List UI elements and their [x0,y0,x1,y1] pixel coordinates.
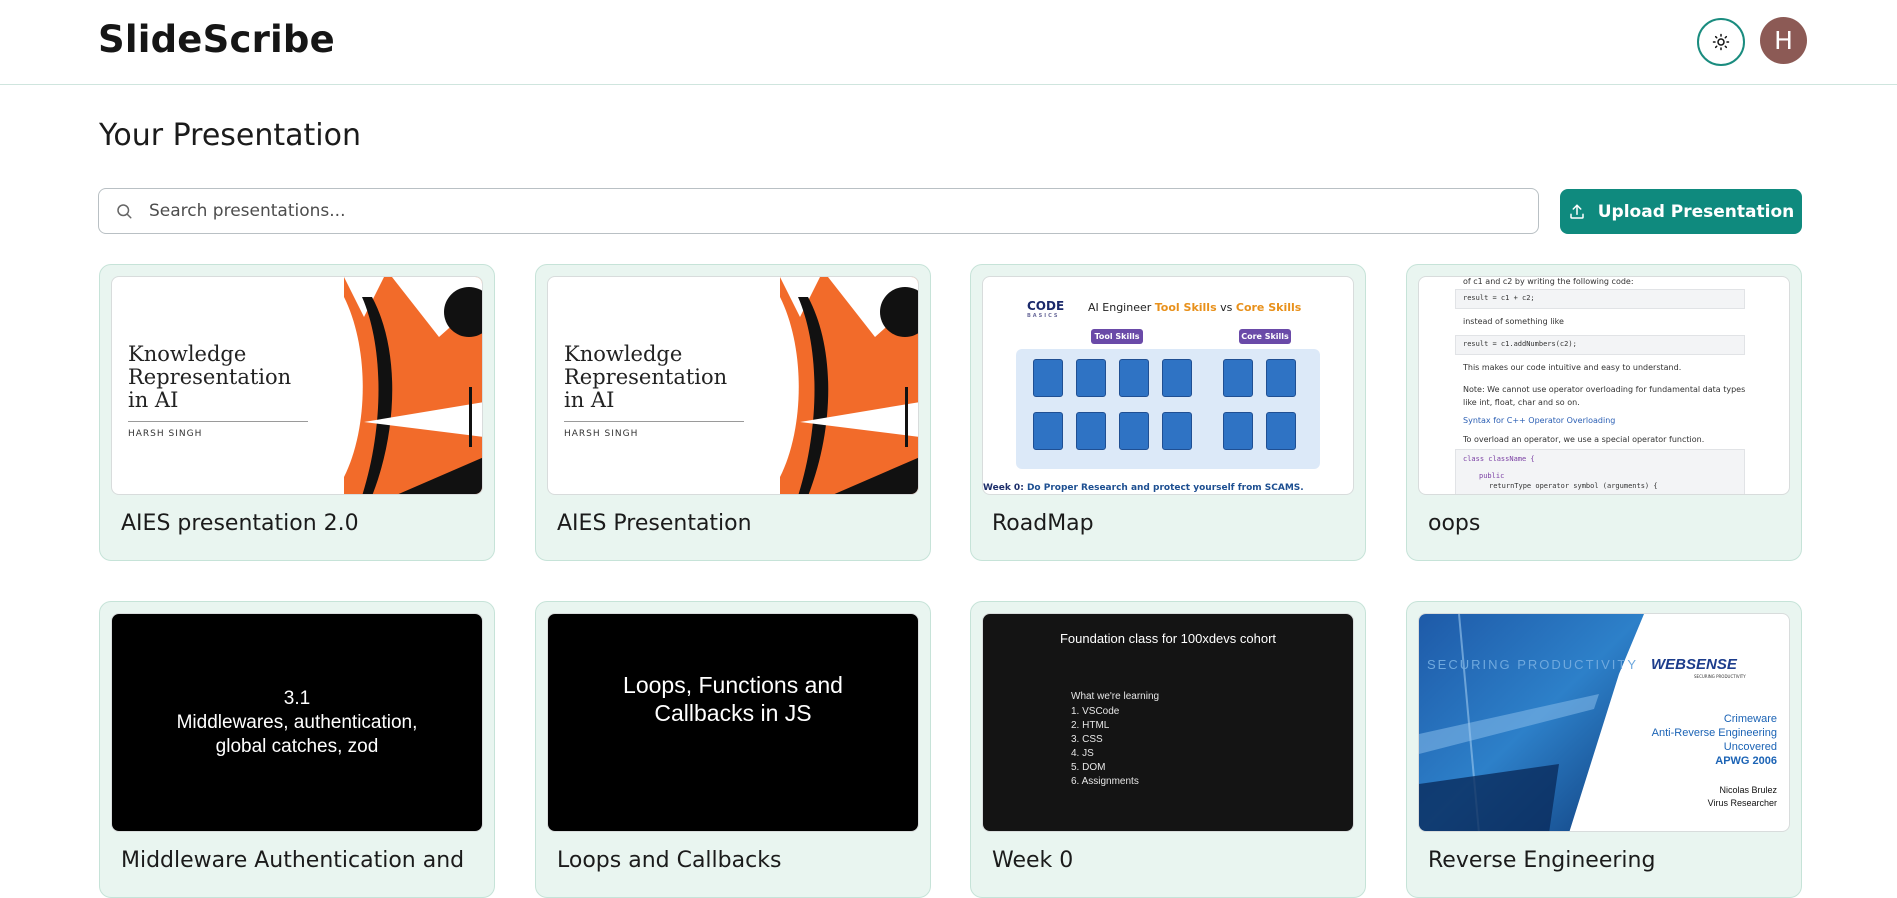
slide-title: Crimeware Anti-Reverse Engineering Uncov… [1651,713,1777,767]
skill-tile [1162,412,1192,450]
slide-text: Note: We cannot use operator overloading… [1463,385,1746,394]
brand-tagline: SECURING PRODUCTIVITY [1694,674,1746,679]
search-bar[interactable] [98,188,1539,234]
presentation-title: Middleware Authentication and [121,848,465,873]
presentation-card[interactable]: SECURING PRODUCTIVITY WEBSENSE SECURING … [1406,601,1802,898]
presentation-title: Week 0 [992,848,1074,873]
slide-heading: AI Engineer Tool Skills vs Core Skills [1088,301,1302,314]
slide-text: of c1 and c2 by writing the following co… [1463,277,1634,286]
upload-icon [1570,204,1584,219]
skill-tile [1266,359,1296,397]
slide-link: Syntax for C++ Operator Overloading [1463,416,1616,425]
skill-tile [1033,359,1063,397]
presentation-title: Loops and Callbacks [557,848,782,873]
slide-thumbnail: of c1 and c2 by writing the following co… [1418,276,1790,495]
presentation-title: RoadMap [992,511,1094,536]
divider [128,421,308,422]
skill-tile [1223,359,1253,397]
code-line: returnType operator symbol (arguments) { [1489,482,1658,490]
slide-author: Nicolas Brulez Virus Researcher [1707,785,1777,808]
presentation-card[interactable]: Foundation class for 100xdevs cohort Wha… [970,601,1366,898]
slide-author: HARSH SINGH [564,429,639,439]
skill-tile [1223,412,1253,450]
code-basics-logo: CODE BASICS [1027,299,1065,319]
skill-tile [1076,412,1106,450]
theme-toggle-button[interactable] [1697,18,1745,66]
slide-thumbnail: Knowledge Representation in AI HARSH SIN… [111,276,483,495]
divider [564,421,744,422]
presentation-title: AIES presentation 2.0 [121,511,359,536]
slide-thumbnail: CODE BASICS AI Engineer Tool Skills vs C… [982,276,1354,495]
slide-author: HARSH SINGH [128,429,203,439]
presentation-card[interactable]: Loops, Functions and Callbacks in JS Loo… [535,601,931,898]
skill-tile [1119,412,1149,450]
skill-tile [1033,412,1063,450]
app-logo[interactable]: SlideScribe [98,18,335,61]
skill-tile [1162,359,1192,397]
code-line: class className { [1463,455,1535,463]
abstract-art-graphic [344,277,482,494]
banner-text: SECURING PRODUCTIVITY [1427,657,1639,672]
slide-thumbnail: Loops, Functions and Callbacks in JS [547,613,919,832]
slide-text: like int, float, char and so on. [1463,398,1580,407]
upload-presentation-button[interactable]: Upload Presentation [1560,189,1802,234]
slide-text: To overload an operator, we use a specia… [1463,435,1705,444]
abstract-art-graphic [780,277,918,494]
presentation-title: oops [1428,511,1481,536]
app-header: SlideScribe H [0,0,1897,85]
slide-footer: Week 0: Do Proper Research and protect y… [983,483,1304,493]
slide-list: What we're learning 1. VSCode 2. HTML 3.… [1071,691,1160,787]
slide-thumbnail: SECURING PRODUCTIVITY WEBSENSE SECURING … [1418,613,1790,832]
presentation-card[interactable]: 3.1 Middlewares, authentication, global … [99,601,495,898]
sun-icon [1712,33,1730,51]
websense-logo: WEBSENSE [1651,656,1737,673]
presentation-card[interactable]: Knowledge Representation in AI HARSH SIN… [99,264,495,561]
presentation-card[interactable]: CODE BASICS AI Engineer Tool Skills vs C… [970,264,1366,561]
code-line: public [1479,472,1505,480]
slide-title: Knowledge Representation in AI [128,342,292,412]
slide-title: Foundation class for 100xdevs cohort [1059,631,1277,646]
user-avatar[interactable]: H [1760,17,1807,64]
tool-skills-tag: Tool Skills [1091,329,1143,344]
core-skills-tag: Core Skills [1239,329,1291,344]
presentation-title: AIES Presentation [557,511,752,536]
slide-thumbnail: 3.1 Middlewares, authentication, global … [111,613,483,832]
slide-thumbnail: Knowledge Representation in AI HARSH SIN… [547,276,919,495]
upload-button-label: Upload Presentation [1597,201,1795,222]
slide-title: Knowledge Representation in AI [564,342,728,412]
skill-tile [1119,359,1149,397]
slide-text: instead of something like [1463,317,1564,326]
code-line: result = c1.addNumbers(c2); [1463,340,1577,348]
slide-text: This makes our code intuitive and easy t… [1463,363,1682,372]
skill-tile [1266,412,1296,450]
search-input[interactable] [149,191,1519,231]
presentation-card[interactable]: Knowledge Representation in AI HARSH SIN… [535,264,931,561]
slide-text: 3.1 Middlewares, authentication, global … [176,688,418,757]
search-icon [117,204,132,219]
presentation-title: Reverse Engineering [1428,848,1656,873]
slide-text: Loops, Functions and Callbacks in JS [623,672,843,726]
slide-thumbnail: Foundation class for 100xdevs cohort Wha… [982,613,1354,832]
presentation-card[interactable]: of c1 and c2 by writing the following co… [1406,264,1802,561]
skill-tile [1076,359,1106,397]
code-line: result = c1 + c2; [1463,294,1535,302]
page-title: Your Presentation [99,118,361,153]
